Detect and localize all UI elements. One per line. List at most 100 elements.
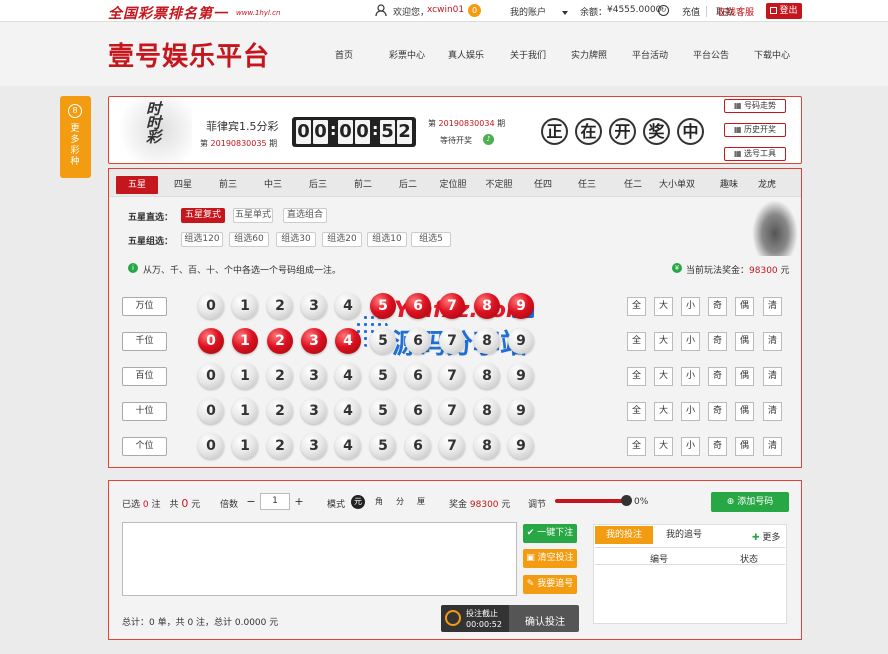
number-ball[interactable]: 0 [198, 328, 224, 354]
filter-button[interactable]: 偶 [735, 402, 754, 421]
filter-button[interactable]: 小 [681, 297, 700, 316]
tab-15[interactable]: 龙虎 [746, 176, 788, 194]
sound-icon[interactable]: ♪ [483, 134, 494, 145]
number-ball[interactable]: 9 [508, 363, 534, 389]
clear-bet-button[interactable]: ▣ 清空投注 [523, 549, 577, 568]
number-ball[interactable]: 9 [508, 398, 534, 424]
number-ball[interactable]: 8 [474, 328, 500, 354]
number-ball[interactable]: 8 [474, 398, 500, 424]
filter-button[interactable]: 偶 [735, 437, 754, 456]
number-ball[interactable]: 7 [439, 328, 465, 354]
filter-button[interactable]: 大 [654, 332, 673, 351]
tab-1[interactable]: 五星 [116, 176, 158, 194]
number-ball[interactable]: 2 [267, 363, 293, 389]
number-ball[interactable]: 7 [439, 293, 465, 319]
number-ball[interactable]: 6 [405, 328, 431, 354]
number-ball[interactable]: 8 [474, 363, 500, 389]
nav-item[interactable]: 下载中心 [754, 48, 790, 61]
number-ball[interactable]: 4 [335, 433, 361, 459]
number-ball[interactable]: 9 [508, 433, 534, 459]
number-ball[interactable]: 3 [301, 433, 327, 459]
filter-button[interactable]: 清 [763, 297, 782, 316]
nav-item[interactable]: 实力牌照 [571, 48, 607, 61]
chase-number-button[interactable]: ✎ 我要追号 [523, 575, 577, 594]
number-ball[interactable]: 7 [439, 433, 465, 459]
tool-button[interactable]: ▦ 选号工具 [724, 147, 786, 161]
number-ball[interactable]: 1 [232, 328, 258, 354]
quick-bet-button[interactable]: ✔ 一键下注 [523, 524, 577, 543]
logo[interactable]: 壹号娱乐平台 [108, 36, 270, 73]
number-ball[interactable]: 4 [335, 293, 361, 319]
number-ball[interactable]: 2 [267, 398, 293, 424]
filter-button[interactable]: 清 [763, 332, 782, 351]
filter-button[interactable]: 偶 [735, 297, 754, 316]
chart-button[interactable]: ▦ 号码走势 [724, 99, 786, 113]
number-ball[interactable]: 5 [370, 293, 396, 319]
number-ball[interactable]: 7 [439, 398, 465, 424]
multiple-input[interactable]: 1 [260, 493, 290, 510]
filter-button[interactable]: 清 [763, 437, 782, 456]
tab-my-bets[interactable]: 我的投注 [595, 526, 653, 544]
tab-6[interactable]: 前二 [342, 176, 384, 194]
number-ball[interactable]: 0 [198, 398, 224, 424]
tab-7[interactable]: 后二 [387, 176, 429, 194]
filter-button[interactable]: 奇 [708, 332, 727, 351]
direct-option[interactable]: 五星复式 [181, 208, 225, 223]
add-number-button[interactable]: ⊕ 添加号码 [711, 492, 789, 512]
number-ball[interactable]: 6 [405, 293, 431, 319]
refresh-icon[interactable]: ↻ [658, 5, 669, 16]
account-menu[interactable]: 我的账户 [510, 5, 546, 18]
tab-3[interactable]: 前三 [207, 176, 249, 194]
number-ball[interactable]: 3 [301, 363, 327, 389]
minus-button[interactable]: − [246, 495, 256, 508]
nav-item[interactable]: 彩票中心 [389, 48, 425, 61]
mode-option[interactable]: 厘 [414, 495, 428, 509]
filter-button[interactable]: 全 [627, 367, 646, 386]
tab-14[interactable]: 趣味 [708, 176, 750, 194]
number-ball[interactable]: 1 [232, 363, 258, 389]
filter-button[interactable]: 清 [763, 367, 782, 386]
number-ball[interactable]: 0 [198, 363, 224, 389]
number-ball[interactable]: 6 [405, 398, 431, 424]
more-lottery-tab[interactable]: 8 更多彩种 [60, 96, 91, 178]
logout-button[interactable]: 登出 [766, 3, 802, 19]
nav-item[interactable]: 真人娱乐 [448, 48, 484, 61]
nav-item[interactable]: 平台活动 [632, 48, 668, 61]
tab-8[interactable]: 定位胆 [432, 176, 474, 194]
number-ball[interactable]: 2 [267, 328, 293, 354]
group-option[interactable]: 组选5 [411, 232, 451, 247]
direct-option[interactable]: 直选组合 [283, 208, 327, 223]
nav-item[interactable]: 关于我们 [510, 48, 546, 61]
number-ball[interactable]: 0 [198, 293, 224, 319]
more-link[interactable]: ✚ 更多 [752, 530, 780, 543]
plus-button[interactable]: + [294, 495, 304, 508]
number-ball[interactable]: 2 [267, 433, 293, 459]
adjust-slider-handle[interactable] [621, 495, 632, 506]
filter-button[interactable]: 奇 [708, 402, 727, 421]
message-badge[interactable]: 0 [468, 4, 481, 17]
filter-button[interactable]: 偶 [735, 367, 754, 386]
number-ball[interactable]: 4 [335, 398, 361, 424]
nav-item[interactable]: 首页 [335, 48, 353, 61]
group-option[interactable]: 组选10 [367, 232, 407, 247]
group-option[interactable]: 组选60 [229, 232, 269, 247]
confirm-bet-button[interactable]: 确认投注 [525, 613, 565, 628]
group-option[interactable]: 组选120 [181, 232, 223, 247]
number-ball[interactable]: 5 [370, 363, 396, 389]
online-service-link[interactable]: 在线客服 [718, 5, 754, 18]
nav-item[interactable]: 平台公告 [693, 48, 729, 61]
number-ball[interactable]: 4 [335, 363, 361, 389]
number-ball[interactable]: 3 [301, 328, 327, 354]
tab-5[interactable]: 后三 [297, 176, 339, 194]
number-ball[interactable]: 3 [301, 293, 327, 319]
filter-button[interactable]: 全 [627, 332, 646, 351]
mode-option[interactable]: 元 [351, 495, 365, 509]
number-ball[interactable]: 1 [232, 398, 258, 424]
tab-my-chase[interactable]: 我的追号 [655, 526, 713, 544]
filter-button[interactable]: 清 [763, 402, 782, 421]
number-ball[interactable]: 8 [474, 433, 500, 459]
number-ball[interactable]: 1 [232, 293, 258, 319]
filter-button[interactable]: 全 [627, 437, 646, 456]
tab-13[interactable]: 大小单双 [656, 176, 698, 194]
number-ball[interactable]: 9 [508, 328, 534, 354]
